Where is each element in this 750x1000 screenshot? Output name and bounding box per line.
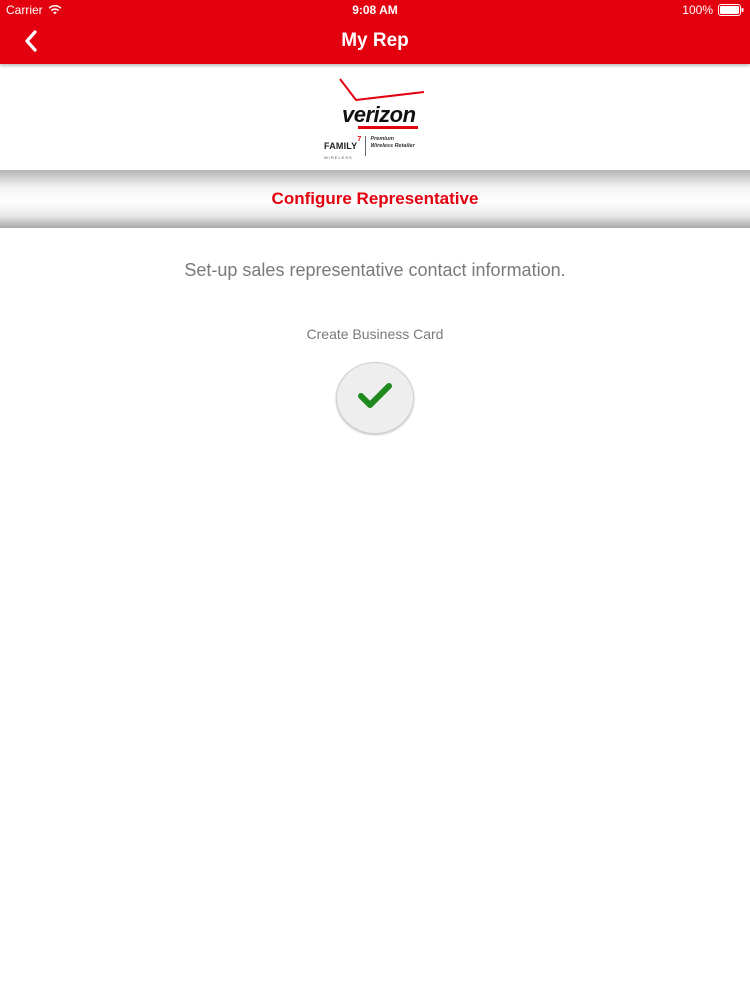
checkmark-icon bbox=[358, 382, 392, 414]
create-business-card-button[interactable] bbox=[336, 362, 414, 434]
family-wireless-mark: FAMILY7 WIRELESS bbox=[324, 136, 361, 160]
status-time: 9:08 AM bbox=[352, 3, 398, 17]
instructions-text: Set-up sales representative contact info… bbox=[184, 260, 566, 280]
status-bar: Carrier 9:08 AM 100% bbox=[0, 0, 750, 20]
page-title: My Rep bbox=[341, 30, 409, 51]
family-sub-text: WIRELESS bbox=[324, 155, 353, 160]
section-title: Configure Representative bbox=[271, 189, 479, 208]
logo-underline bbox=[358, 126, 418, 129]
battery-percent: 100% bbox=[682, 3, 713, 17]
battery-icon bbox=[718, 4, 744, 16]
family-text: FAMILY7 bbox=[324, 136, 362, 151]
status-right: 100% bbox=[682, 3, 744, 17]
premium-retailer-text: Premium Wireless Retailer bbox=[370, 136, 415, 149]
section-header: Configure Representative bbox=[0, 170, 750, 228]
nav-bar: My Rep bbox=[0, 20, 750, 64]
logo-brand: verizon bbox=[342, 102, 416, 127]
create-business-card-label: Create Business Card bbox=[306, 326, 444, 342]
logo-subline: FAMILY7 WIRELESS Premium Wireless Retail… bbox=[324, 136, 415, 160]
verizon-logo: verizon FAMILY7 WIRELESS Premium Wireles… bbox=[318, 76, 434, 166]
logo-divider bbox=[365, 136, 367, 156]
logo-area: verizon FAMILY7 WIRELESS Premium Wireles… bbox=[0, 64, 750, 170]
